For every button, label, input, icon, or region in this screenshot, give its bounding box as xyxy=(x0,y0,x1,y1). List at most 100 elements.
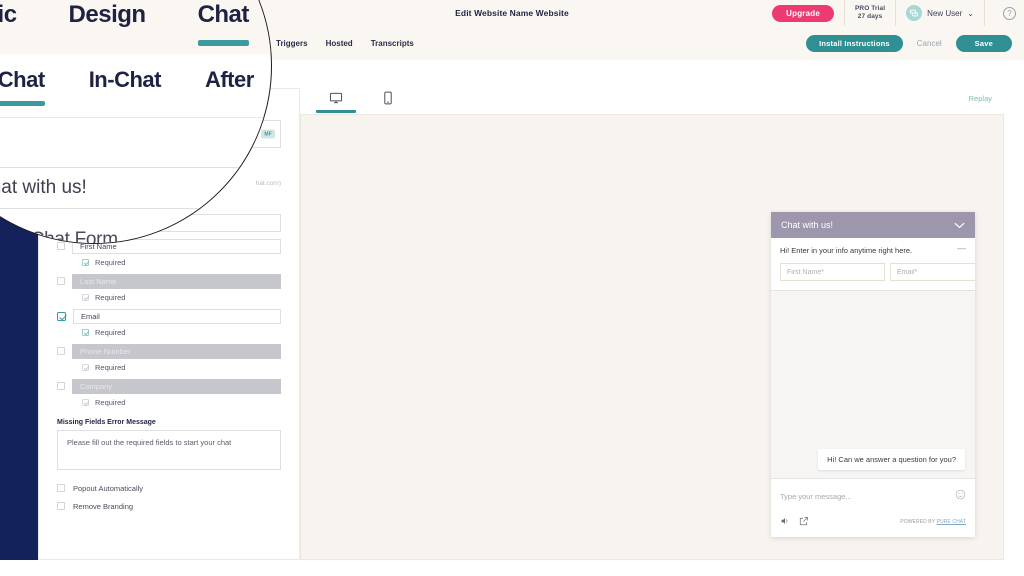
secondary-tab-in-chat[interactable]: In-Chat xyxy=(117,44,161,59)
field-enabled-checkbox-last-name[interactable] xyxy=(57,277,65,285)
tab-hosted[interactable]: Hosted xyxy=(326,39,353,48)
save-button[interactable]: Save xyxy=(955,34,1012,52)
preview-canvas: Chat with us! Hi! Enter in your info any… xyxy=(300,114,1004,560)
user-name-label: New User xyxy=(927,8,963,18)
avatar xyxy=(906,5,923,21)
field-name-company[interactable]: Company xyxy=(72,378,281,394)
secondary-tab-pre-chat[interactable]: Pre-Chat xyxy=(38,43,91,67)
minus-icon[interactable]: — xyxy=(957,243,966,253)
primary-tab-design[interactable]: Design xyxy=(104,5,150,21)
required-checkbox-email[interactable] xyxy=(82,328,89,336)
header-actions: Upgrade PRO Trial 27 days New User ⌄ ? xyxy=(772,0,1024,26)
install-instructions-button[interactable]: Install Instructions xyxy=(806,34,903,52)
field-enabled-checkbox-email[interactable] xyxy=(57,311,66,321)
field-row-first-name[interactable]: First Name xyxy=(57,238,281,254)
chat-widget-preview: Chat with us! Hi! Enter in your info any… xyxy=(771,212,975,537)
widget-footer-icons xyxy=(780,513,809,531)
chevron-down-icon: ⌄ xyxy=(967,8,974,18)
widget-title: Chat with us! xyxy=(781,220,834,230)
required-row-email[interactable]: Required xyxy=(57,328,281,337)
device-active-underline xyxy=(316,110,356,113)
form-fields-list: First Name Required Last Name Required E… xyxy=(57,238,281,407)
field-enabled-checkbox-phone-number[interactable] xyxy=(57,347,65,355)
pure-chat-brand-link[interactable]: PURE CHAT xyxy=(937,519,966,525)
prechat-form-toggle-row[interactable]: Pre-Chat Form xyxy=(57,158,281,170)
secondary-tab-pre-chat-label: Pre-Chat xyxy=(38,43,91,59)
device-mobile-button[interactable] xyxy=(374,85,402,111)
trial-days-label: 27 days xyxy=(857,13,883,20)
title-input[interactable] xyxy=(57,120,281,148)
intro-text-input[interactable] xyxy=(57,213,281,232)
prechat-header-row: Hi! Enter in your info anytime right her… xyxy=(780,243,966,255)
smiley-icon[interactable] xyxy=(955,487,966,505)
upgrade-button[interactable]: Upgrade xyxy=(772,4,834,22)
preview-shell: Replay Chat with us! Hi! Enter in your i… xyxy=(300,82,1004,560)
trial-plan-label: PRO Trial xyxy=(855,4,886,12)
remove-branding-checkbox[interactable] xyxy=(57,502,65,510)
field-enabled-checkbox-company[interactable] xyxy=(57,382,65,390)
widget-email-input[interactable] xyxy=(890,263,975,281)
popout-automatically-checkbox[interactable] xyxy=(57,484,65,492)
primary-tab-basic[interactable]: Basic xyxy=(38,5,75,21)
workspace-actions: Install Instructions Cancel Save xyxy=(806,34,1012,52)
required-checkbox-phone-number[interactable] xyxy=(82,363,89,371)
secondary-tab-after[interactable]: After xyxy=(186,44,216,59)
intro-text-label: Intro Text xyxy=(57,195,106,207)
required-row-company[interactable]: Required xyxy=(57,398,281,407)
composer-row xyxy=(780,487,966,505)
primary-tab-design-label: Design xyxy=(104,5,150,21)
required-checkbox-first-name[interactable] xyxy=(82,258,89,266)
required-row-phone-number[interactable]: Required xyxy=(57,363,281,372)
merge-field-icon[interactable]: MF xyxy=(261,129,275,139)
widget-message-input[interactable] xyxy=(780,491,955,501)
header-divider-1 xyxy=(844,0,845,26)
field-row-last-name[interactable]: Last Name xyxy=(57,273,281,289)
prechat-hint-text: hat.com) xyxy=(255,180,281,187)
field-row-phone-number[interactable]: Phone Number xyxy=(57,343,281,359)
field-name-email[interactable]: Email xyxy=(73,308,281,324)
widget-first-name-input[interactable] xyxy=(780,263,885,281)
option-row-branding[interactable]: Remove Branding xyxy=(57,502,281,511)
title-field-label: Title xyxy=(57,103,79,115)
required-label-email: Required xyxy=(95,327,126,337)
field-row-email[interactable]: Email xyxy=(57,308,281,324)
speaker-icon[interactable] xyxy=(780,513,790,531)
required-label-company: Required xyxy=(95,397,126,407)
widget-composer xyxy=(771,478,975,509)
secondary-tab-active-underline xyxy=(38,63,91,67)
field-name-first-name[interactable]: First Name xyxy=(72,238,281,254)
error-message-textarea[interactable] xyxy=(57,429,281,470)
remove-branding-label: Remove Branding xyxy=(73,501,134,511)
required-checkbox-company[interactable] xyxy=(82,398,89,406)
prechat-form-checkbox[interactable] xyxy=(57,158,68,170)
chevron-down-icon[interactable] xyxy=(954,216,965,234)
external-link-icon[interactable] xyxy=(799,513,809,531)
prechat-form-section: Hi! Enter in your info anytime right her… xyxy=(771,238,975,291)
required-label-first-name: Required xyxy=(95,257,126,267)
required-label-phone-number: Required xyxy=(95,362,126,372)
primary-tab-basic-label: Basic xyxy=(38,5,75,21)
replay-link[interactable]: Replay xyxy=(969,94,992,103)
field-row-company[interactable]: Company xyxy=(57,378,281,394)
field-enabled-checkbox-first-name[interactable] xyxy=(57,242,65,250)
user-menu[interactable]: New User ⌄ xyxy=(906,5,974,21)
header-divider-3 xyxy=(984,0,985,26)
agent-message-bubble: Hi! Can we answer a question for you? xyxy=(818,449,965,470)
primary-tab-chat[interactable]: Chat xyxy=(179,5,211,31)
option-row-popout[interactable]: Popout Automatically xyxy=(57,484,281,493)
device-toggle-row: Replay xyxy=(300,82,1004,114)
tab-transcripts[interactable]: Transcripts xyxy=(371,39,414,48)
required-row-last-name[interactable]: Required xyxy=(57,293,281,302)
tab-triggers[interactable]: Triggers xyxy=(276,39,308,48)
cancel-button[interactable]: Cancel xyxy=(917,39,942,48)
error-message-label: Missing Fields Error Message xyxy=(57,418,156,426)
widget-header[interactable]: Chat with us! xyxy=(771,212,975,238)
question-circle-icon[interactable]: ? xyxy=(1003,6,1016,20)
required-row-first-name[interactable]: Required xyxy=(57,258,281,267)
widget-transcript-area: Hi! Can we answer a question for you? xyxy=(771,291,975,478)
field-name-last-name[interactable]: Last Name xyxy=(72,273,281,289)
required-checkbox-last-name[interactable] xyxy=(82,293,89,301)
device-desktop-button[interactable] xyxy=(316,85,356,113)
field-name-phone-number[interactable]: Phone Number xyxy=(72,343,281,359)
primary-tab-chat-label: Chat xyxy=(179,5,211,21)
